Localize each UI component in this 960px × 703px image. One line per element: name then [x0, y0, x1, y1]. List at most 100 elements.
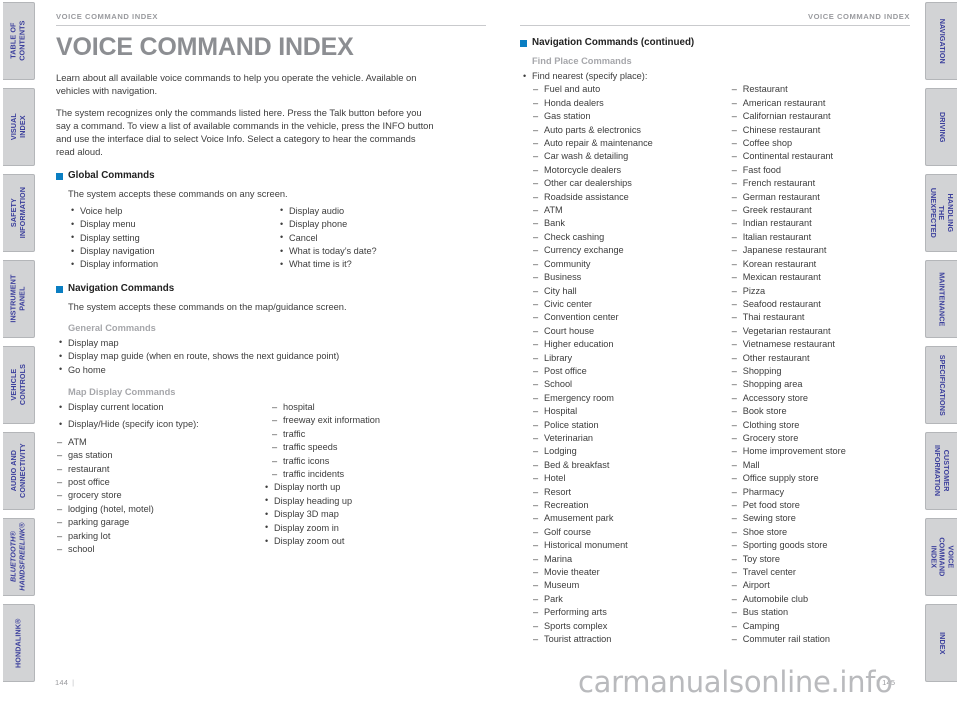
- sidebar-tab-safety-information[interactable]: SAFETY INFORMATION: [3, 174, 35, 252]
- list-item: Home improvement store: [731, 445, 910, 459]
- list-item: Other car dealerships: [532, 177, 731, 191]
- list-item: Display zoom in: [262, 521, 486, 535]
- list-item: Clothing store: [731, 419, 910, 433]
- list-item: gas station: [56, 449, 271, 463]
- sidebar-tab-maintenance[interactable]: MAINTENANCE: [925, 260, 957, 338]
- list-item: What time is it?: [277, 258, 486, 272]
- list-item: Display map: [56, 336, 486, 350]
- list-item: Display audio: [277, 204, 486, 218]
- sidebar-tab-audio-and-connectivity[interactable]: AUDIO AND CONNECTIVITY: [3, 432, 35, 510]
- list-item: Display phone: [277, 218, 486, 232]
- section-heading-label: Navigation Commands: [68, 282, 175, 294]
- subsection-general-commands-heading: General Commands: [68, 322, 156, 333]
- page-number-value: 144: [55, 678, 69, 687]
- sidebar-tab-table-of-contents[interactable]: TABLE OF CONTENTS: [3, 2, 35, 80]
- list-item: Auto parts & electronics: [532, 124, 731, 138]
- map-display-bullets-2: Display north up Display heading up Disp…: [262, 481, 486, 548]
- list-item: Police station: [532, 419, 731, 433]
- sidebar-tab-voice-command-index[interactable]: VOICE COMMAND INDEX: [925, 518, 957, 596]
- list-item: Fuel and auto: [532, 83, 731, 97]
- list-item: Travel center: [731, 566, 910, 580]
- sidebar-tab-customer-information[interactable]: CUSTOMER INFORMATION: [925, 432, 957, 510]
- list-item: Display 3D map: [262, 508, 486, 522]
- list-item: Higher education: [532, 338, 731, 352]
- list-item: Korean restaurant: [731, 258, 910, 272]
- map-display-col-1: Display current location Display/Hide (s…: [56, 401, 271, 557]
- list-item: Auto repair & maintenance: [532, 137, 731, 151]
- list-item: Display/Hide (specify icon type):: [56, 418, 271, 432]
- list-item: Shopping area: [731, 378, 910, 392]
- header-rule: [520, 25, 910, 26]
- sidebar-tab-hondalink[interactable]: HONDALINK®: [3, 604, 35, 682]
- list-item: Coffee shop: [731, 137, 910, 151]
- list-item: Display map guide (when en route, shows …: [56, 350, 486, 364]
- sidebar-tab-label: VOICE COMMAND INDEX: [929, 537, 956, 577]
- find-place-columns: Fuel and autoHonda dealersGas stationAut…: [532, 83, 910, 646]
- list-item: Post office: [532, 365, 731, 379]
- blue-square-icon: [56, 172, 63, 180]
- list-item: Italian restaurant: [731, 231, 910, 245]
- list-item: Community: [532, 258, 731, 272]
- list-item: ATM: [56, 436, 271, 450]
- map-display-col-2: hospital freeway exit information traffi…: [265, 401, 486, 556]
- sidebar-tab-label: VISUAL INDEX: [8, 113, 27, 141]
- section-global-commands-heading: Global Commands: [56, 170, 486, 182]
- sidebar-tab-label: HANDLING THE UNEXPECTED: [929, 187, 956, 239]
- sidebar-tab-driving[interactable]: DRIVING: [925, 88, 957, 166]
- list-item: Currency exchange: [532, 244, 731, 258]
- list-item: Commuter rail station: [731, 633, 910, 647]
- sidebar-tab-index[interactable]: INDEX: [925, 604, 957, 682]
- list-item: Display information: [68, 258, 277, 272]
- list-item: Pharmacy: [731, 486, 910, 500]
- list-item: German restaurant: [731, 191, 910, 205]
- list-item: Veterinarian: [532, 432, 731, 446]
- sidebar-tab-label: SPECIFICATIONS: [937, 354, 947, 416]
- navigation-commands-note: The system accepts these commands on the…: [68, 301, 347, 312]
- sidebar-tab-specifications[interactable]: SPECIFICATIONS: [925, 346, 957, 424]
- general-commands-list: Display map Display map guide (when en r…: [56, 336, 486, 377]
- list-item: Accessory store: [731, 392, 910, 406]
- list-item: Restaurant: [731, 83, 910, 97]
- list-item: Museum: [532, 579, 731, 593]
- left-tab-rail: TABLE OF CONTENTS VISUAL INDEX SAFETY IN…: [3, 0, 37, 703]
- places-list-2: RestaurantAmerican restaurantCalifornian…: [731, 83, 910, 646]
- list-item: Cancel: [277, 231, 486, 245]
- sidebar-tab-vehicle-controls[interactable]: VEHICLE CONTROLS: [3, 346, 35, 424]
- list-item: post office: [56, 476, 271, 490]
- list-item: Voice help: [68, 204, 277, 218]
- page-number-value: 145: [882, 678, 896, 687]
- list-item: Honda dealers: [532, 97, 731, 111]
- list-item: Japanese restaurant: [731, 244, 910, 258]
- section-navigation-commands-continued-heading: Navigation Commands (continued): [520, 37, 910, 49]
- sidebar-tab-bluetooth-handsfreelink[interactable]: BLUETOOTH® HANDSFREELINK®: [3, 518, 35, 596]
- sidebar-tab-visual-index[interactable]: VISUAL INDEX: [3, 88, 35, 166]
- sidebar-tab-label: SAFETY INFORMATION: [8, 187, 27, 239]
- sidebar-tab-label: MAINTENANCE: [937, 271, 947, 327]
- list-item: Pet food store: [731, 499, 910, 513]
- list-item: Sporting goods store: [731, 539, 910, 553]
- list-item: Performing arts: [532, 606, 731, 620]
- sidebar-tab-label: CUSTOMER INFORMATION: [933, 445, 952, 497]
- sidebar-tab-handling-the-unexpected[interactable]: HANDLING THE UNEXPECTED: [925, 174, 957, 252]
- find-place-col-1: Fuel and autoHonda dealersGas stationAut…: [532, 83, 731, 646]
- subsection-find-place-commands-heading: Find Place Commands: [532, 56, 632, 66]
- global-commands-list-1: Voice help Display menu Display setting …: [68, 204, 277, 272]
- sidebar-tab-navigation[interactable]: NAVIGATION: [925, 2, 957, 80]
- list-item: Hospital: [532, 405, 731, 419]
- section-heading-label: Global Commands: [68, 169, 155, 181]
- list-item: French restaurant: [731, 177, 910, 191]
- list-item: Sports complex: [532, 620, 731, 634]
- sidebar-tab-label: INDEX: [937, 631, 947, 655]
- list-item: Historical monument: [532, 539, 731, 553]
- list-item: Continental restaurant: [731, 150, 910, 164]
- list-item: Californian restaurant: [731, 110, 910, 124]
- list-item: Indian restaurant: [731, 217, 910, 231]
- list-item: Seafood restaurant: [731, 298, 910, 312]
- global-commands-columns: Voice help Display menu Display setting …: [68, 204, 486, 272]
- sidebar-tab-instrument-panel[interactable]: INSTRUMENT PANEL: [3, 260, 35, 338]
- sidebar-tab-label: HONDALINK®: [13, 618, 23, 668]
- list-item: freeway exit information: [271, 414, 486, 428]
- find-nearest-bullet-list: Find nearest (specify place):: [520, 69, 910, 83]
- list-item: traffic icons: [271, 455, 486, 469]
- list-item: Find nearest (specify place):: [520, 69, 910, 83]
